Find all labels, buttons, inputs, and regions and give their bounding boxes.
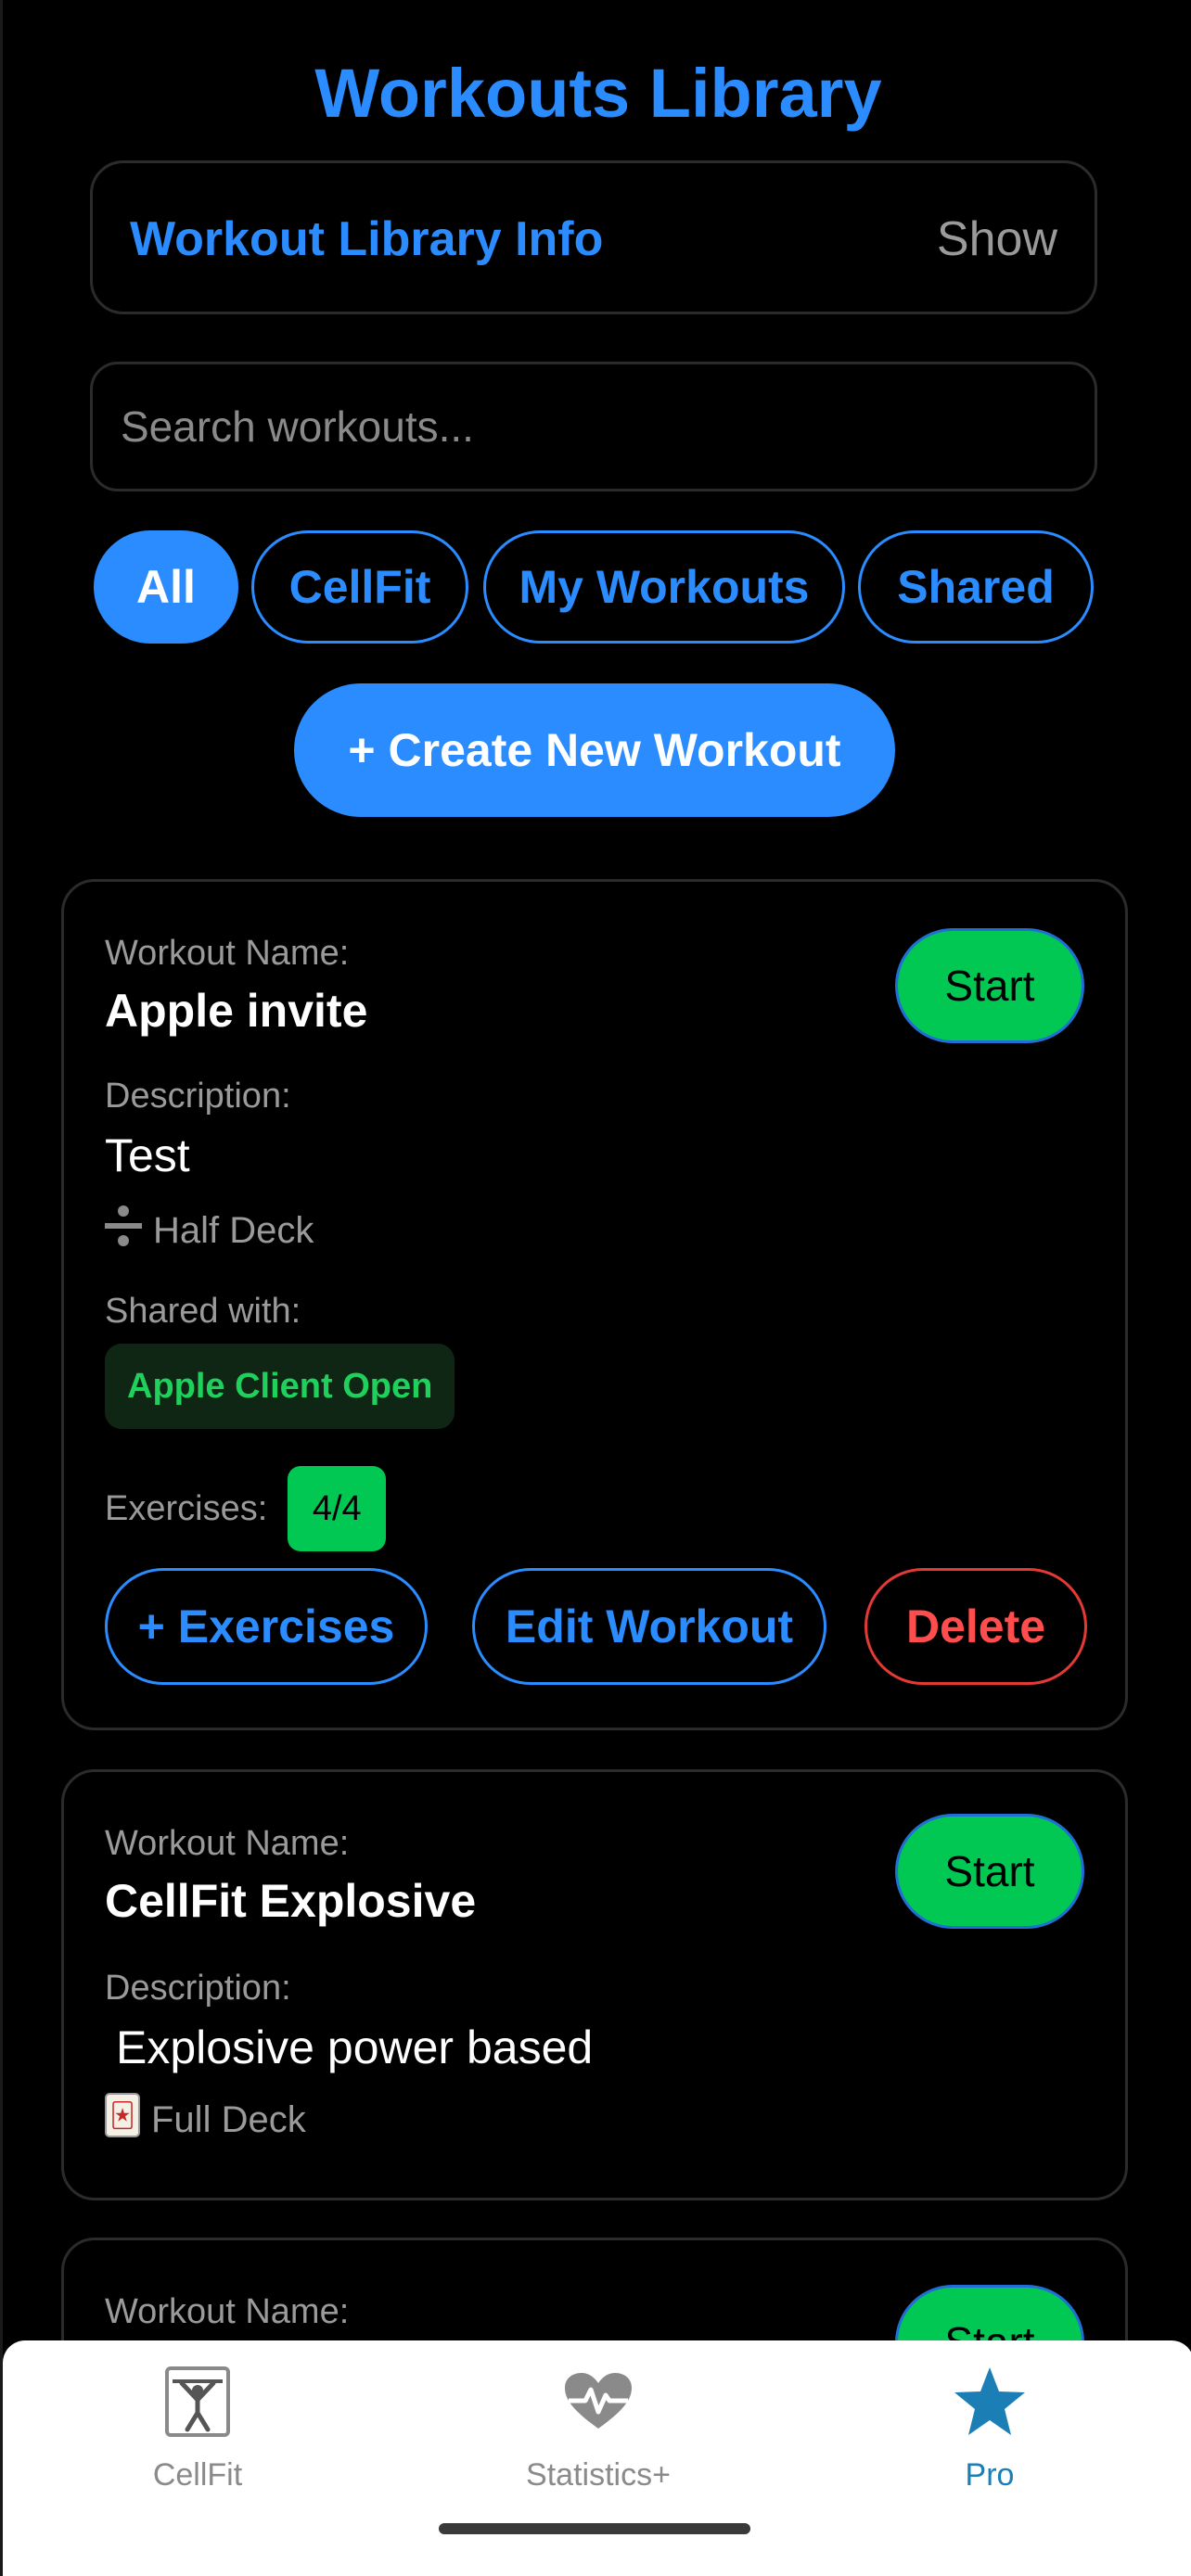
library-info-show-toggle[interactable]: Show [937,211,1057,267]
exercises-count-badge: 4/4 [288,1466,387,1551]
workout-card: Workout Name: Apple invite Start Descrip… [61,879,1128,1730]
workout-description: Explosive power based [116,2021,594,2073]
exercises-row: Exercises: 4/4 [105,1466,387,1551]
library-info-title: Workout Library Info [130,212,604,266]
delete-workout-button[interactable]: Delete [864,1568,1087,1685]
shared-with-label: Shared with: [105,1292,301,1331]
deck-label: Full Deck [151,2098,306,2140]
heart-pulse-icon [561,2365,635,2439]
filter-all[interactable]: All [94,530,238,644]
half-deck-icon [105,1205,142,1257]
description-label: Description: [105,1969,291,2008]
search-input[interactable] [90,362,1097,491]
filter-shared[interactable]: Shared [858,530,1094,644]
filter-tabs: All CellFit My Workouts Shared [3,530,1191,644]
tab-statistics[interactable]: Statistics+ [459,2365,737,2493]
tab-label: Pro [965,2457,1015,2493]
workout-description: Test [105,1129,190,1181]
full-deck-icon: 🃏 [105,2093,140,2147]
page-title: Workouts Library [314,55,882,132]
start-button[interactable]: Start [895,1814,1084,1929]
workout-card: Workout Name: CellFit Explosive Start De… [61,1769,1128,2200]
weightlifter-icon [160,2365,235,2439]
workouts-library-screen: Workouts Library Workout Library Info Sh… [0,0,1191,2576]
tab-pro[interactable]: Pro [851,2365,1129,2493]
workout-name: CellFit Explosive [105,1875,477,1927]
home-indicator[interactable] [439,2523,750,2534]
add-exercises-button[interactable]: + Exercises [105,1568,428,1685]
filter-my-workouts[interactable]: My Workouts [483,530,845,644]
star-icon [953,2365,1027,2439]
workout-name-label: Workout Name: [105,934,350,973]
svg-text:🃏: 🃏 [110,2100,135,2130]
deck-type: Half Deck [105,1205,314,1257]
start-button[interactable]: Start [895,928,1084,1043]
create-workout-button[interactable]: + Create New Workout [294,683,895,817]
exercises-label: Exercises: [105,1488,268,1528]
workout-name: Apple invite [105,985,368,1037]
tab-cellfit[interactable]: CellFit [58,2365,337,2493]
edit-workout-button[interactable]: Edit Workout [472,1568,826,1685]
library-info-panel[interactable]: Workout Library Info Show [90,160,1097,314]
tab-label: Statistics+ [526,2457,671,2493]
filter-cellfit[interactable]: CellFit [251,530,468,644]
deck-type: 🃏 Full Deck [105,2093,306,2147]
bottom-tab-bar: CellFit Statistics+ Pro [3,2340,1191,2576]
tab-label: CellFit [152,2457,243,2493]
description-label: Description: [105,1077,291,1116]
workout-name-label: Workout Name: [105,1824,350,1863]
workout-name-label: Workout Name: [105,2292,350,2331]
deck-label: Half Deck [153,1210,314,1251]
shared-with-badge: Apple Client Open [105,1344,455,1429]
